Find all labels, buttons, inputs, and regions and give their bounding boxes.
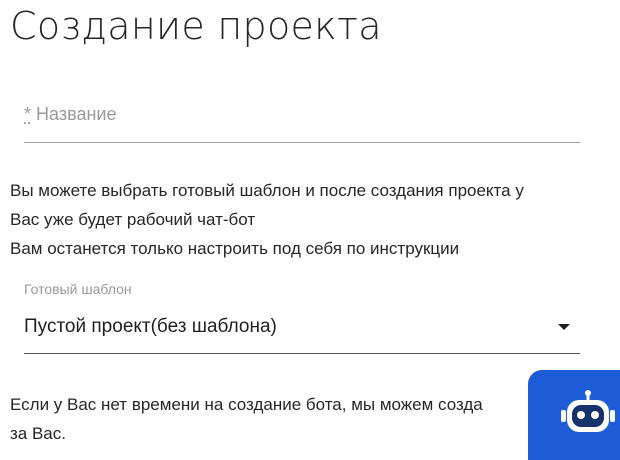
- page-title: Создание проекта: [10, 4, 382, 48]
- info-line: Вас уже будет рабочий чат-бот: [10, 210, 256, 229]
- caret-down-icon[interactable]: [558, 324, 570, 330]
- help-text: Если у Вас нет времени на создание бота,…: [10, 390, 610, 448]
- template-selected-value: Пустой проект(без шаблона): [24, 316, 277, 337]
- info-line: Вам останется только настроить под себя …: [10, 239, 460, 258]
- template-select-label: Готовый шаблон: [24, 281, 132, 297]
- template-select[interactable]: Пустой проект(без шаблона): [24, 304, 580, 354]
- project-name-input[interactable]: [24, 94, 580, 142]
- template-info-text: Вы можете выбрать готовый шаблон и после…: [10, 176, 600, 263]
- help-line: за Вас.: [10, 424, 66, 443]
- info-line: Вы можете выбрать готовый шаблон и после…: [10, 181, 524, 200]
- robot-icon: [561, 390, 615, 432]
- project-name-field[interactable]: * Название: [24, 94, 580, 143]
- help-line: Если у Вас нет времени на создание бота,…: [10, 395, 483, 414]
